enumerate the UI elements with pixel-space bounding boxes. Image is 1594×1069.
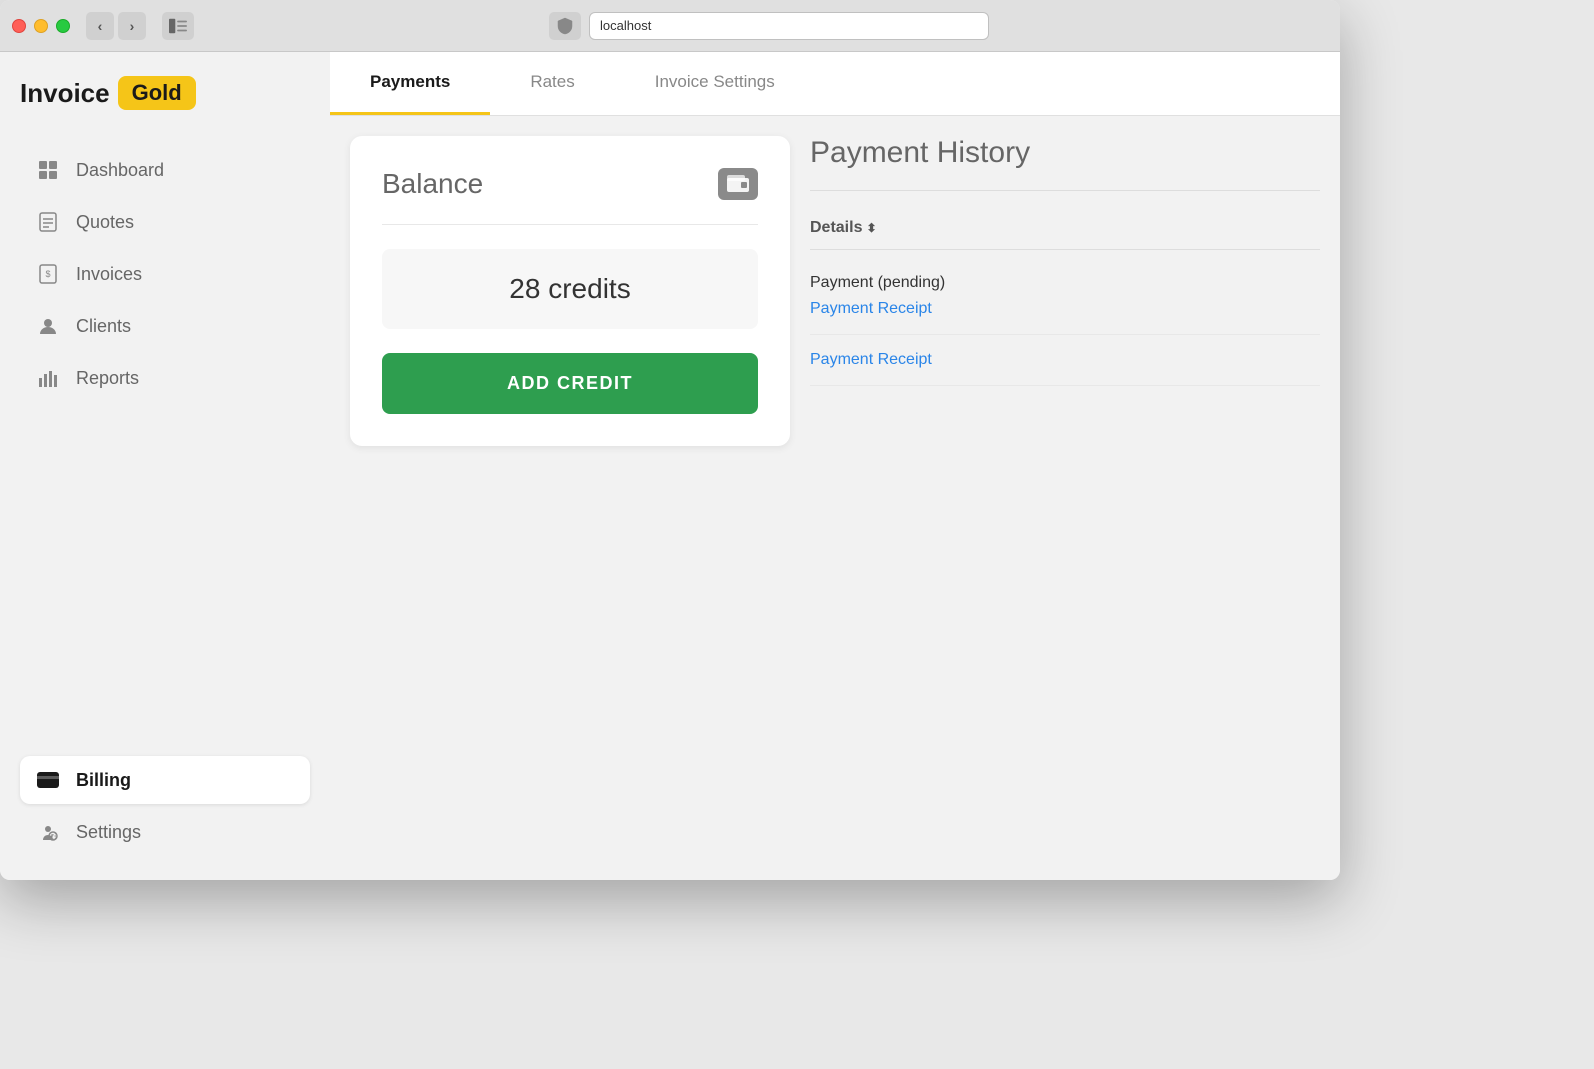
sidebar-item-reports[interactable]: Reports xyxy=(20,354,310,402)
dashboard-icon xyxy=(36,158,60,182)
details-column-header[interactable]: Details ⬍ xyxy=(810,219,877,237)
balance-divider xyxy=(382,224,758,225)
sidebar-item-invoices[interactable]: $ Invoices xyxy=(20,250,310,298)
back-button[interactable]: ‹ xyxy=(86,12,114,40)
sidebar-item-billing-label: Billing xyxy=(76,770,131,791)
reports-icon xyxy=(36,366,60,390)
sidebar-item-clients-label: Clients xyxy=(76,316,131,337)
app-body: Invoice Gold Dashboard xyxy=(0,52,1340,880)
nav-items: Dashboard Quotes xyxy=(20,146,310,856)
content-panels: Balance 28 credits xyxy=(330,116,1340,880)
sidebar-item-settings[interactable]: Settings xyxy=(20,808,310,856)
sidebar-item-billing[interactable]: Billing xyxy=(20,756,310,804)
logo-badge: Gold xyxy=(118,76,196,110)
address-bar-text: localhost xyxy=(600,18,651,33)
history-row-1: Payment Receipt xyxy=(810,335,1320,386)
sidebar-item-reports-label: Reports xyxy=(76,368,139,389)
balance-title: Balance xyxy=(382,168,483,200)
history-table-header: Details ⬍ xyxy=(810,207,1320,250)
balance-header: Balance xyxy=(382,168,758,200)
shield-icon xyxy=(549,12,581,40)
tab-payments-label: Payments xyxy=(370,72,450,91)
credits-value: 28 credits xyxy=(509,273,630,304)
nav-buttons: ‹ › xyxy=(86,12,146,40)
sidebar-item-clients[interactable]: Clients xyxy=(20,302,310,350)
traffic-lights xyxy=(12,19,70,33)
svg-text:$: $ xyxy=(45,269,50,279)
sidebar-item-invoices-label: Invoices xyxy=(76,264,142,285)
credits-display: 28 credits xyxy=(382,249,758,329)
tab-rates[interactable]: Rates xyxy=(490,52,614,115)
sidebar-item-dashboard[interactable]: Dashboard xyxy=(20,146,310,194)
tab-invoice-settings-label: Invoice Settings xyxy=(655,72,775,91)
logo: Invoice Gold xyxy=(20,76,310,110)
details-column-label: Details xyxy=(810,219,862,237)
balance-panel: Balance 28 credits xyxy=(350,136,790,860)
maximize-button[interactable] xyxy=(56,19,70,33)
payment-receipt-link-1[interactable]: Payment Receipt xyxy=(810,351,932,368)
history-row-0: Payment (pending) Payment Receipt xyxy=(810,258,1320,335)
tab-invoice-settings[interactable]: Invoice Settings xyxy=(615,52,815,115)
payment-pending-label: Payment (pending) xyxy=(810,274,1320,292)
balance-card: Balance 28 credits xyxy=(350,136,790,446)
add-credit-btn-label: ADD CREDIT xyxy=(507,373,633,393)
sidebar-toggle-icon xyxy=(169,17,187,35)
payment-history-panel: Payment History Details ⬍ Payment (pendi… xyxy=(810,136,1320,860)
payment-receipt-link-0[interactable]: Payment Receipt xyxy=(810,300,932,317)
titlebar: ‹ › localhost xyxy=(0,0,1340,52)
main-content: Payments Rates Invoice Settings Balance xyxy=(330,52,1340,880)
quotes-icon xyxy=(36,210,60,234)
tab-rates-label: Rates xyxy=(530,72,574,91)
settings-icon xyxy=(36,820,60,844)
forward-button[interactable]: › xyxy=(118,12,146,40)
tabs: Payments Rates Invoice Settings xyxy=(330,52,1340,116)
address-bar-wrapper: localhost xyxy=(210,12,1328,40)
payment-history-title: Payment History xyxy=(810,136,1320,170)
nav-spacer xyxy=(20,406,310,752)
logo-text: Invoice xyxy=(20,78,110,109)
close-button[interactable] xyxy=(12,19,26,33)
tab-payments[interactable]: Payments xyxy=(330,52,490,115)
wallet-icon xyxy=(718,168,758,200)
address-bar[interactable]: localhost xyxy=(589,12,989,40)
app-window: ‹ › localhost xyxy=(0,0,1340,880)
sidebar-toggle-button[interactable] xyxy=(162,12,194,40)
sidebar-item-dashboard-label: Dashboard xyxy=(76,160,164,181)
add-credit-button[interactable]: ADD CREDIT xyxy=(382,353,758,414)
billing-icon xyxy=(36,768,60,792)
invoices-icon: $ xyxy=(36,262,60,286)
sort-icon: ⬍ xyxy=(866,221,876,235)
sidebar: Invoice Gold Dashboard xyxy=(0,52,330,880)
sidebar-item-quotes-label: Quotes xyxy=(76,212,134,233)
sidebar-item-quotes[interactable]: Quotes xyxy=(20,198,310,246)
history-divider xyxy=(810,190,1320,191)
sidebar-item-settings-label: Settings xyxy=(76,822,141,843)
clients-icon xyxy=(36,314,60,338)
minimize-button[interactable] xyxy=(34,19,48,33)
